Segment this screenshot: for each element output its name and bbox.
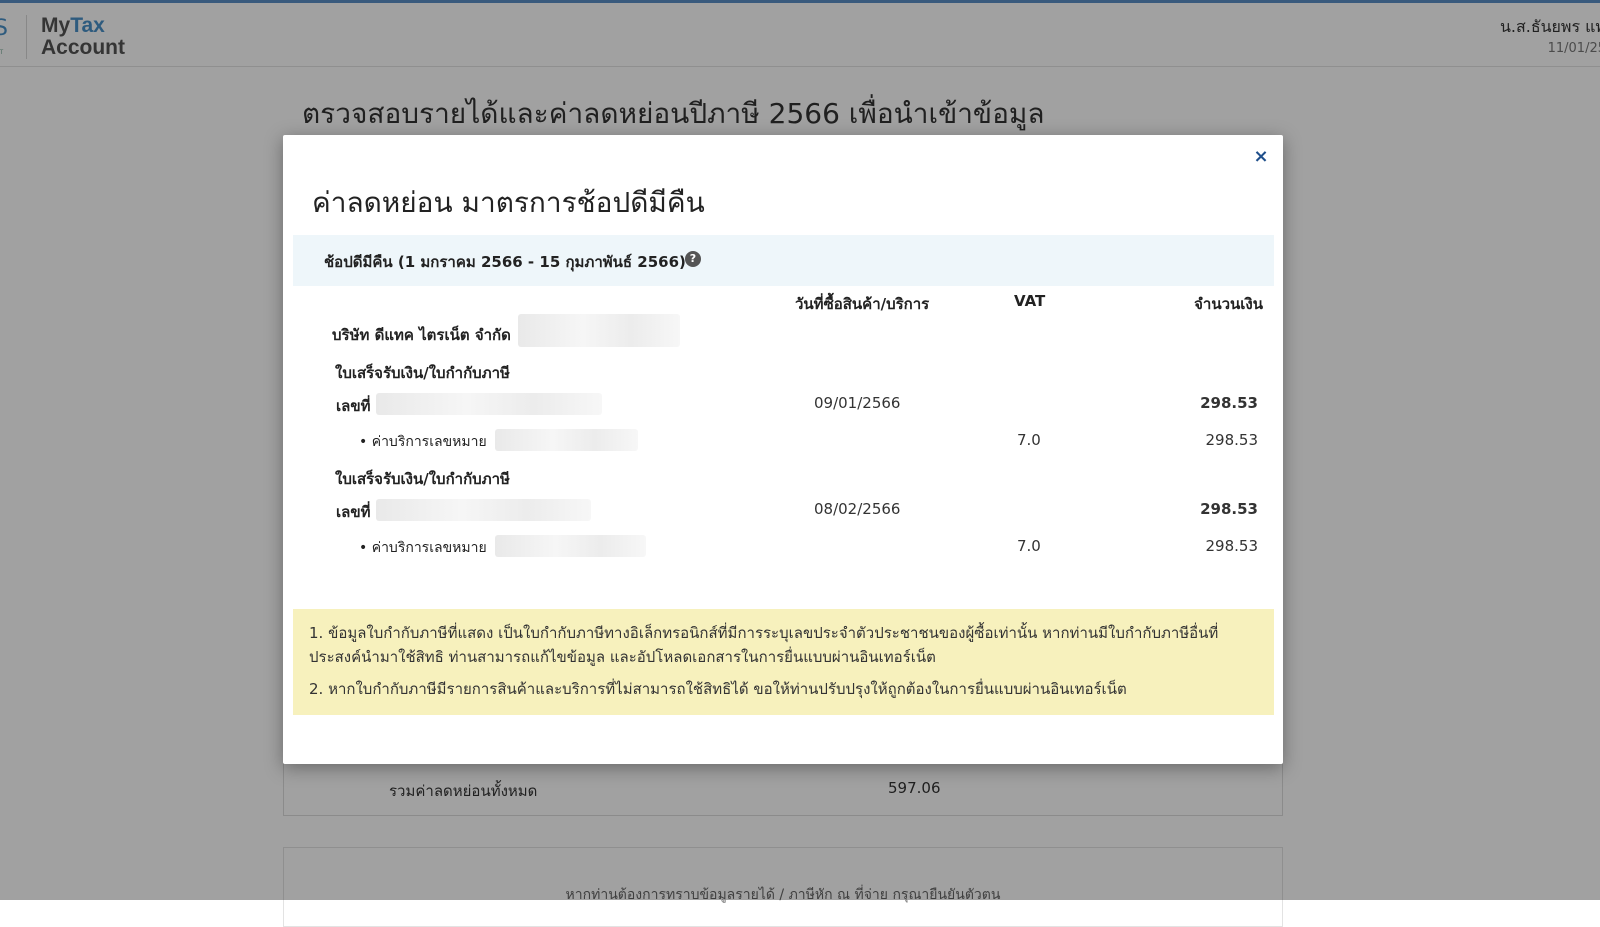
invoice-date: 08/02/2566 bbox=[814, 500, 901, 518]
invoice-type-label: ใบเสร็จรับเงิน/ใบกำกับภาษี bbox=[335, 470, 510, 488]
redacted-phone-number bbox=[495, 535, 646, 557]
invoice-amount: 298.53 bbox=[1200, 500, 1258, 518]
redacted-invoice-number bbox=[376, 393, 602, 415]
deduction-modal: × ค่าลดหย่อน มาตรการช้อปดีมีคืน ช้อปดีมี… bbox=[283, 135, 1283, 764]
invoice-no-label: เลขที่ bbox=[336, 503, 371, 521]
column-header-vat: VAT bbox=[1014, 292, 1046, 310]
section-label: ช้อปดีมีคืน (1 มกราคม 2566 - 15 กุมภาพัน… bbox=[324, 253, 686, 271]
invoice-item-vat: 7.0 bbox=[1017, 537, 1041, 555]
notice-box: 1. ข้อมูลใบกำกับภาษีที่แสดง เป็นใบกำกับภ… bbox=[293, 609, 1274, 715]
column-header-date: วันที่ซื้อสินค้า/บริการ bbox=[795, 295, 930, 313]
notice-item-1: 1. ข้อมูลใบกำกับภาษีที่แสดง เป็นใบกำกับภ… bbox=[309, 624, 1219, 666]
redacted-company-detail bbox=[518, 314, 680, 347]
redacted-invoice-number bbox=[376, 499, 591, 521]
section-header: ช้อปดีมีคืน (1 มกราคม 2566 - 15 กุมภาพัน… bbox=[293, 235, 1274, 286]
invoice-item-amount: 298.53 bbox=[1205, 431, 1259, 449]
invoice-item-vat: 7.0 bbox=[1017, 431, 1041, 449]
redacted-phone-number bbox=[495, 429, 638, 451]
invoice-no-label: เลขที่ bbox=[336, 397, 371, 415]
close-icon[interactable]: × bbox=[1251, 147, 1271, 167]
invoice-item-label: • ค่าบริการเลขหมาย bbox=[359, 434, 487, 450]
invoice-item-label: • ค่าบริการเลขหมาย bbox=[359, 540, 487, 556]
notice-item-2: 2. หากใบกำกับภาษีมีรายการสินค้าและบริการ… bbox=[309, 680, 1127, 698]
invoice-type-label: ใบเสร็จรับเงิน/ใบกำกับภาษี bbox=[335, 364, 510, 382]
help-icon[interactable]: ? bbox=[685, 251, 701, 267]
company-name: บริษัท ดีแทค ไตรเน็ต จำกัด bbox=[332, 326, 511, 344]
invoice-item-amount: 298.53 bbox=[1205, 537, 1259, 555]
modal-title: ค่าลดหย่อน มาตรการช้อปดีมีคืน bbox=[312, 186, 705, 219]
column-header-amount: จำนวนเงิน bbox=[1194, 295, 1263, 313]
invoice-date: 09/01/2566 bbox=[814, 394, 901, 412]
invoice-amount: 298.53 bbox=[1200, 394, 1258, 412]
